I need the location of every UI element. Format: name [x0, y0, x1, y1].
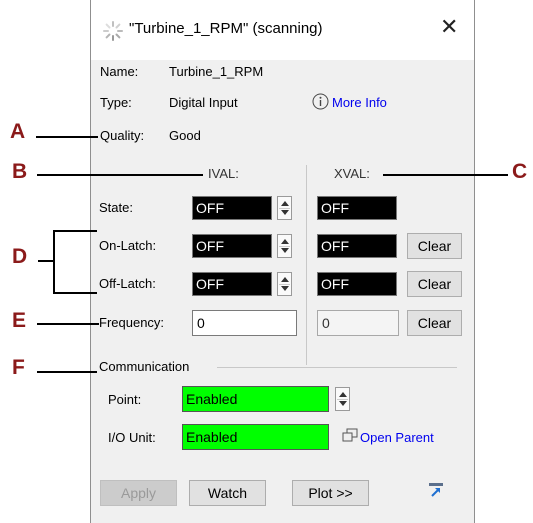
- callout-d: D: [12, 245, 28, 268]
- io-unit-enabled-field[interactable]: Enabled: [182, 424, 329, 450]
- point-spinner[interactable]: [335, 387, 350, 411]
- on-latch-label: On-Latch:: [99, 238, 157, 253]
- close-icon[interactable]: ✕: [440, 14, 458, 40]
- off-latch-ival-spinner[interactable]: [277, 272, 292, 296]
- xval-header: XVAL:: [334, 166, 370, 181]
- callout-f: F: [12, 356, 25, 379]
- state-label: State:: [99, 200, 133, 215]
- callout-a-line: [36, 136, 98, 138]
- communication-header: Communication: [99, 359, 190, 374]
- on-latch-xval-field[interactable]: OFF: [317, 234, 397, 258]
- point-enabled-field[interactable]: Enabled: [182, 386, 329, 412]
- callout-f-line: [37, 371, 97, 373]
- info-icon[interactable]: [312, 93, 329, 110]
- plot-button[interactable]: Plot >>: [292, 480, 369, 506]
- callout-a: A: [10, 120, 26, 143]
- callout-e: E: [12, 309, 27, 332]
- name-value: Turbine_1_RPM: [169, 64, 264, 79]
- frequency-label: Frequency:: [99, 315, 165, 330]
- title-bar: "Turbine_1_RPM" (scanning) ✕: [91, 0, 474, 60]
- io-unit-label: I/O Unit:: [108, 430, 156, 445]
- point-label: Point:: [108, 392, 142, 407]
- callout-e-line: [37, 323, 99, 325]
- spinner-icon: [103, 21, 123, 41]
- on-latch-ival-field[interactable]: OFF: [192, 234, 272, 258]
- quality-label: Quality:: [100, 128, 145, 143]
- callout-d-bottom-line: [53, 292, 97, 294]
- column-divider: [306, 165, 307, 365]
- callout-d-top-line: [53, 230, 97, 232]
- pin-icon[interactable]: [427, 482, 445, 498]
- callout-b-line: [37, 174, 203, 176]
- callout-c: C: [512, 160, 528, 183]
- off-latch-label: Off-Latch:: [99, 276, 156, 291]
- frequency-clear-button[interactable]: Clear: [407, 310, 462, 336]
- callout-d-line: [38, 260, 54, 262]
- ival-header: IVAL:: [208, 166, 239, 181]
- watch-button[interactable]: Watch: [189, 480, 266, 506]
- state-xval-field[interactable]: OFF: [317, 196, 397, 220]
- type-label: Type:: [100, 95, 132, 110]
- type-value: Digital Input: [169, 95, 238, 110]
- name-label: Name:: [100, 64, 139, 79]
- frequency-xval-field: 0: [317, 310, 399, 336]
- communication-divider: [217, 367, 457, 368]
- frequency-ival-field[interactable]: 0: [192, 310, 297, 336]
- off-latch-clear-button[interactable]: Clear: [407, 271, 462, 297]
- point-dialog: "Turbine_1_RPM" (scanning) ✕ Name: Turbi…: [90, 0, 475, 523]
- on-latch-ival-spinner[interactable]: [277, 234, 292, 258]
- on-latch-clear-button[interactable]: Clear: [407, 233, 462, 259]
- open-parent-icon[interactable]: [342, 428, 358, 443]
- callout-b: B: [12, 160, 28, 183]
- apply-button[interactable]: Apply: [100, 480, 177, 506]
- open-parent-link[interactable]: Open Parent: [360, 430, 434, 445]
- quality-value: Good: [169, 128, 201, 143]
- off-latch-ival-field[interactable]: OFF: [192, 272, 272, 296]
- off-latch-xval-field[interactable]: OFF: [317, 272, 397, 296]
- state-ival-spinner[interactable]: [277, 196, 292, 220]
- window-title: "Turbine_1_RPM" (scanning): [129, 20, 323, 37]
- state-ival-field[interactable]: OFF: [192, 196, 272, 220]
- callout-d-bracket: [53, 230, 55, 293]
- more-info-link[interactable]: More Info: [332, 95, 387, 110]
- callout-c-line: [383, 174, 508, 176]
